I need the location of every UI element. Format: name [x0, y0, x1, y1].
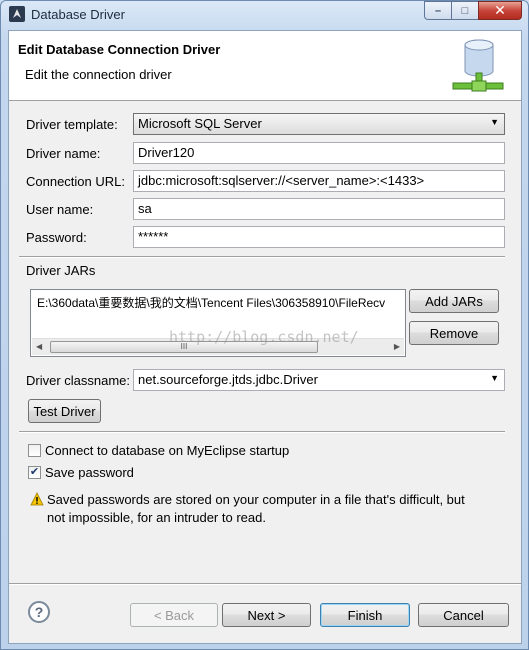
- password-label: Password:: [26, 230, 87, 245]
- close-button[interactable]: ✕: [478, 1, 522, 20]
- user-name-label: User name:: [26, 202, 94, 217]
- separator: [19, 256, 505, 258]
- separator: [19, 431, 505, 433]
- header-title: Edit Database Connection Driver: [18, 42, 221, 57]
- chevron-down-icon[interactable]: ▼: [490, 373, 499, 383]
- driver-classname-combo[interactable]: net.sourceforge.jtds.jdbc.Driver ▼: [133, 369, 505, 391]
- connection-url-label: Connection URL:: [26, 174, 125, 189]
- driver-name-label: Driver name:: [26, 146, 101, 161]
- connect-on-startup-checkbox[interactable]: [28, 444, 41, 457]
- next-button[interactable]: Next >: [222, 603, 311, 627]
- warning-text-line1: Saved passwords are stored on your compu…: [47, 492, 465, 507]
- footer-separator: [9, 583, 521, 585]
- scroll-right-icon[interactable]: ▶: [394, 342, 400, 351]
- title-bar[interactable]: Database Driver – □ ✕: [1, 1, 528, 29]
- maximize-button[interactable]: □: [451, 1, 478, 20]
- add-jars-button[interactable]: Add JARs: [409, 289, 499, 313]
- list-item[interactable]: E:\360data\重要数据\我的文档\Tencent Files\30635…: [37, 294, 401, 311]
- minimize-button[interactable]: –: [424, 1, 451, 20]
- database-driver-icon: [452, 39, 504, 92]
- driver-template-select[interactable]: Microsoft SQL Server ▼: [133, 113, 505, 135]
- remove-button[interactable]: Remove: [409, 321, 499, 345]
- user-name-input[interactable]: sa: [133, 198, 505, 220]
- watermark: http://blog.csdn.net/: [169, 328, 359, 346]
- warning-text-line2: not impossible, for an intruder to read.: [47, 510, 266, 525]
- warning-icon: [30, 492, 44, 506]
- cancel-button[interactable]: Cancel: [418, 603, 509, 627]
- driver-classname-value: net.sourceforge.jtds.jdbc.Driver: [138, 372, 318, 387]
- help-icon[interactable]: ?: [28, 601, 50, 623]
- myeclipse-logo-icon: [9, 6, 25, 22]
- window-title: Database Driver: [31, 7, 125, 22]
- window-controls: – □ ✕: [424, 1, 522, 21]
- header-subtitle: Edit the connection driver: [25, 67, 172, 82]
- driver-name-input[interactable]: Driver120: [133, 142, 505, 164]
- driver-jars-list[interactable]: E:\360data\重要数据\我的文档\Tencent Files\30635…: [30, 289, 406, 357]
- password-input[interactable]: ******: [133, 226, 505, 248]
- driver-jars-label: Driver JARs: [26, 263, 96, 278]
- dialog-header: Edit Database Connection Driver Edit the…: [9, 31, 521, 101]
- dialog-body: Edit Database Connection Driver Edit the…: [8, 30, 522, 644]
- save-password-label[interactable]: Save password: [45, 465, 134, 480]
- test-driver-button[interactable]: Test Driver: [28, 399, 101, 423]
- finish-button[interactable]: Finish: [320, 603, 410, 627]
- connection-url-input[interactable]: jdbc:microsoft:sqlserver://<server_name>…: [133, 170, 505, 192]
- dialog-window: Database Driver – □ ✕ Edit Database Conn…: [0, 0, 529, 650]
- driver-template-value: Microsoft SQL Server: [138, 116, 262, 131]
- driver-template-label: Driver template:: [26, 117, 118, 132]
- driver-classname-label: Driver classname:: [26, 373, 131, 388]
- save-password-checkbox[interactable]: ✔: [28, 466, 41, 479]
- connect-on-startup-label[interactable]: Connect to database on MyEclipse startup: [45, 443, 289, 458]
- scroll-left-icon[interactable]: ◀: [36, 342, 42, 351]
- back-button[interactable]: < Back: [130, 603, 218, 627]
- chevron-down-icon: ▼: [490, 117, 499, 127]
